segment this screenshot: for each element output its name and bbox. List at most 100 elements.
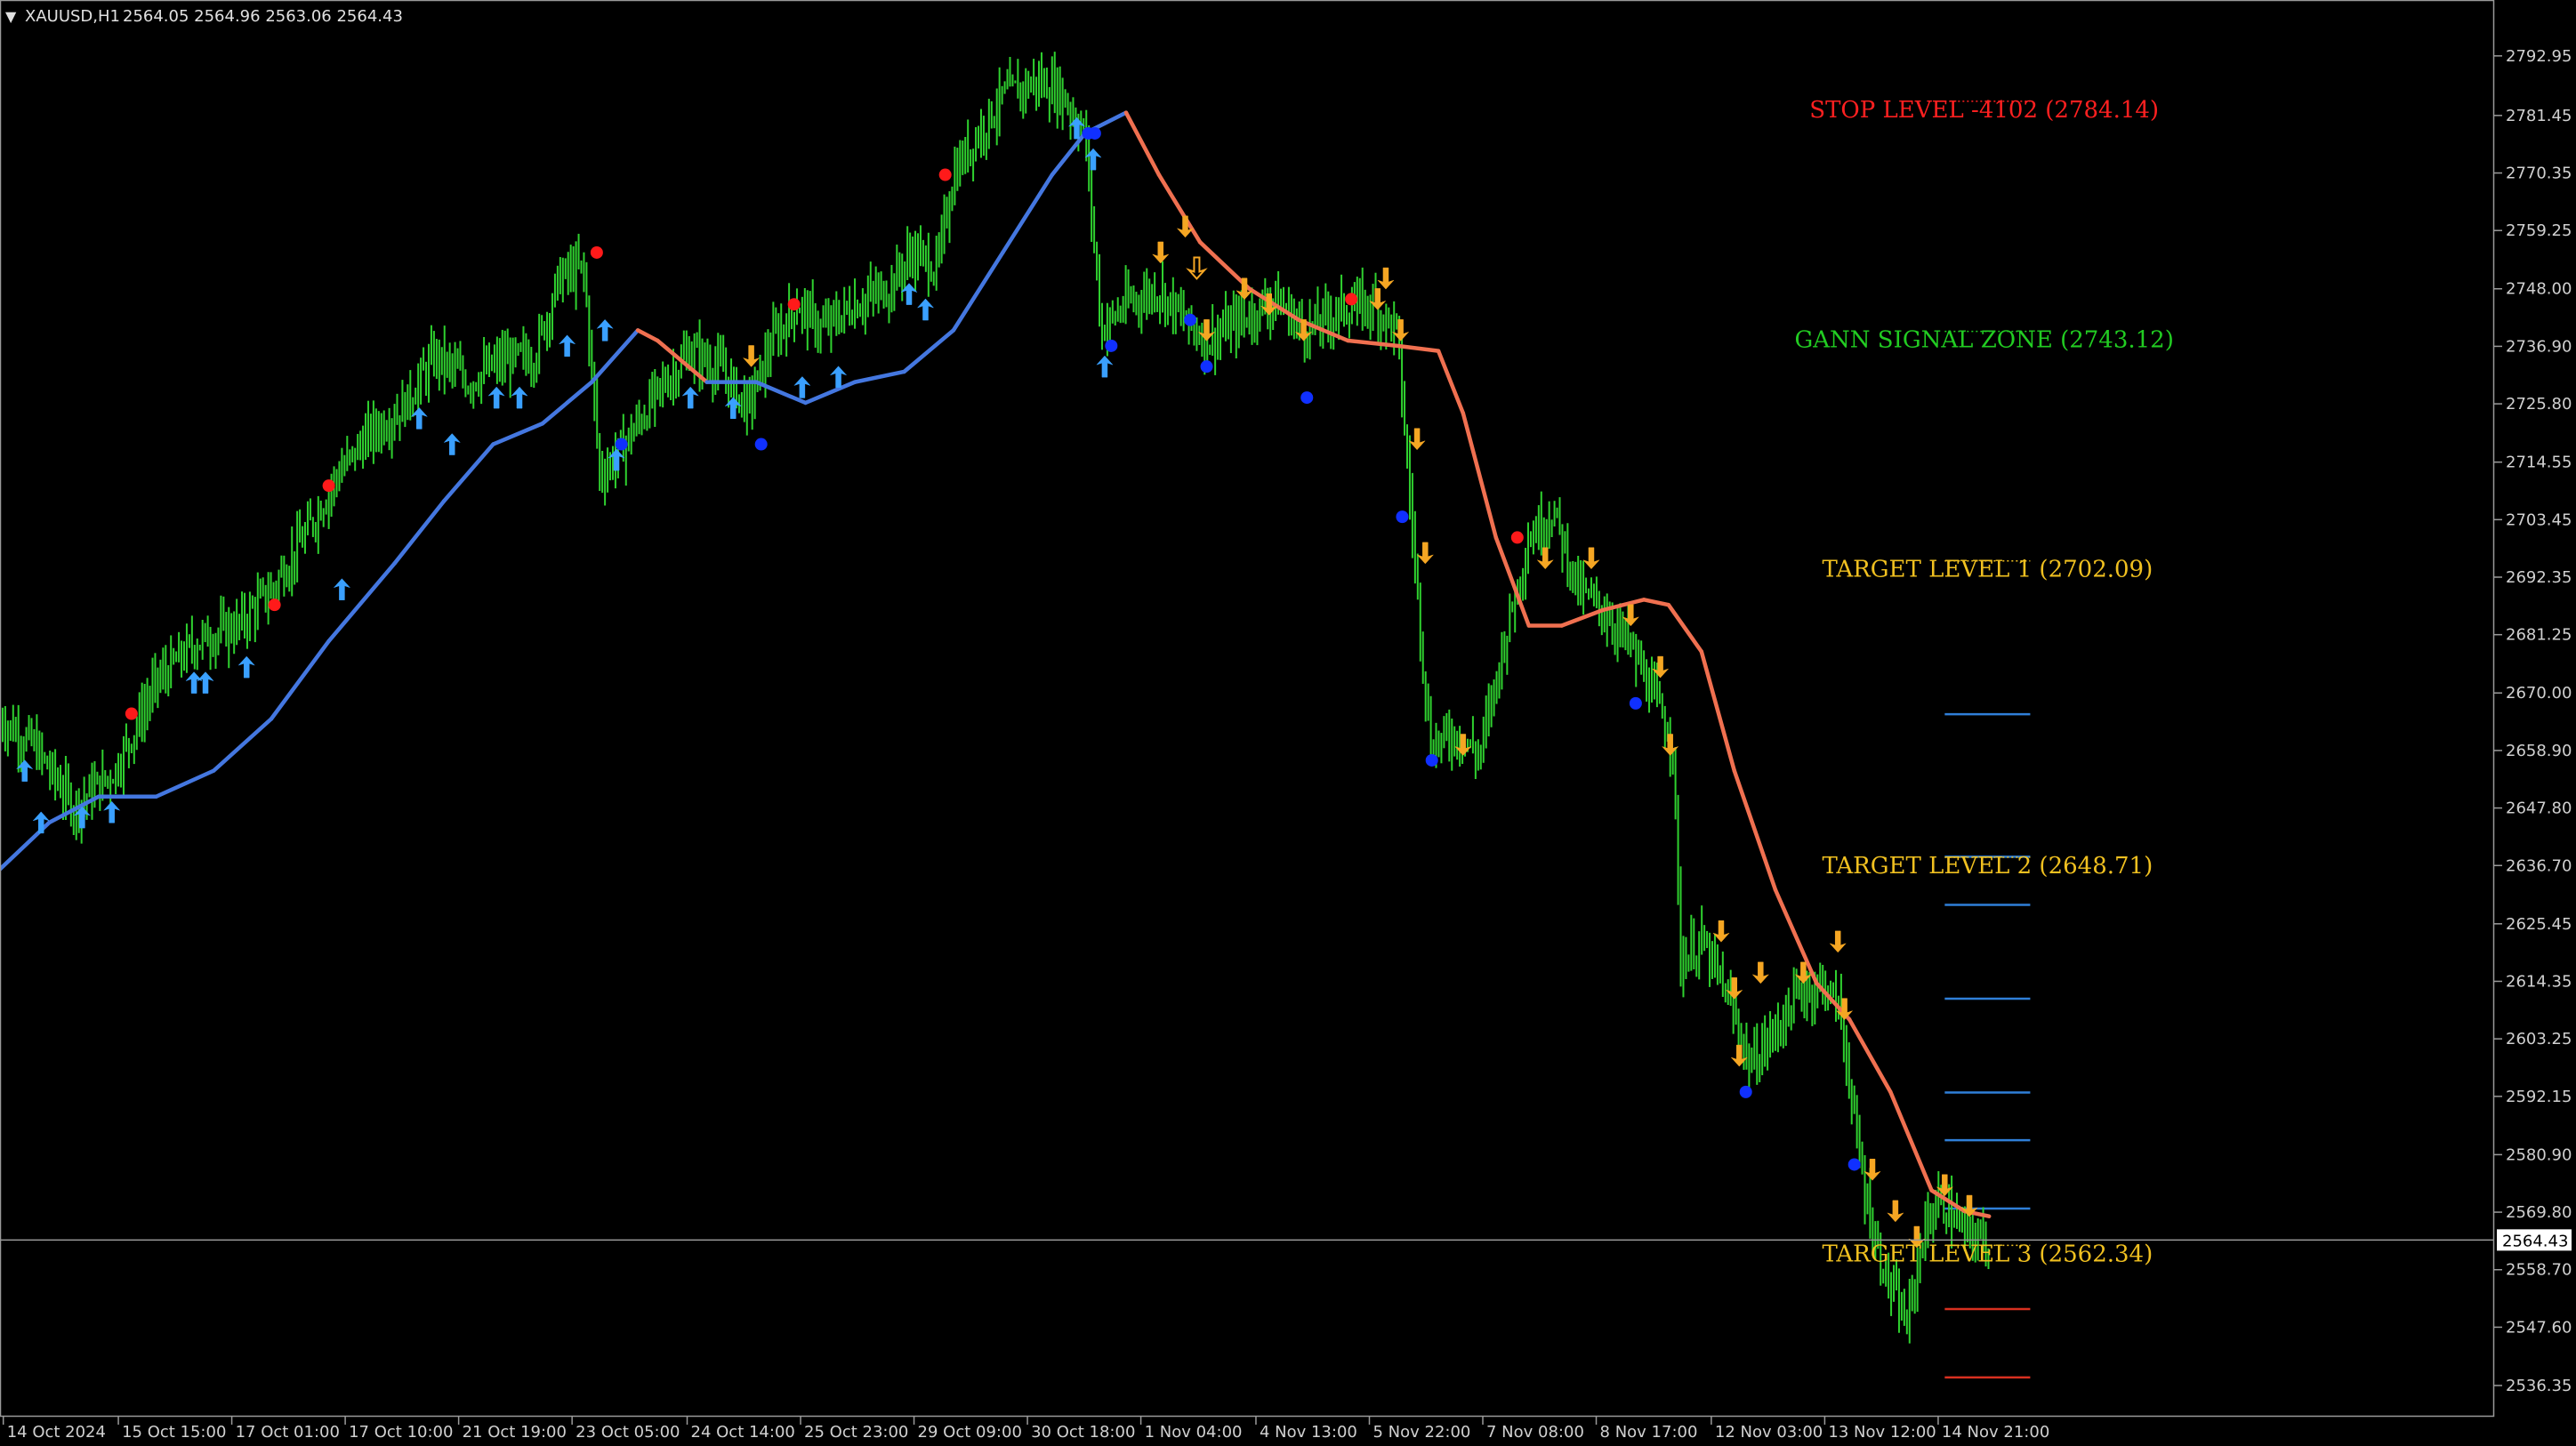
y-tick-label: 2681.25 (2506, 626, 2572, 645)
down-arrow-icon (1368, 288, 1387, 310)
x-tick-label: 29 Oct 09:00 (918, 1423, 1022, 1442)
up-arrow-icon (102, 800, 121, 823)
y-tick-label: 2692.35 (2506, 568, 2572, 587)
x-tick-label: 17 Oct 10:00 (349, 1423, 453, 1442)
ma-segment (1123, 110, 1162, 177)
blue-dot-signal (1847, 1158, 1861, 1171)
up-arrow-icon (558, 334, 576, 357)
x-tick-label: 13 Nov 12:00 (1828, 1423, 1936, 1442)
ma-segment (1847, 1017, 1893, 1095)
up-arrow-icon (185, 671, 203, 694)
x-tick-label: 25 Oct 23:00 (804, 1423, 908, 1442)
up-arrow-icon (511, 386, 528, 409)
down-arrow-icon (742, 345, 761, 367)
x-tick-label: 4 Nov 13:00 (1260, 1423, 1357, 1442)
level-label: TARGET LEVEL 3 (2562.34) (1822, 1241, 2153, 1267)
level-label: TARGET LEVEL 2 (2648.71) (1822, 853, 2153, 880)
hollow-down-arrow-icon (1186, 256, 1208, 280)
blue-dot-signal (1088, 126, 1101, 140)
ma-segment (753, 380, 808, 406)
up-arrow-icon (197, 671, 214, 694)
ma-segment (1559, 607, 1606, 628)
x-tick-label: 14 Nov 21:00 (1942, 1423, 2049, 1442)
down-arrow-icon (1391, 319, 1410, 341)
y-tick-label: 2614.35 (2506, 972, 2572, 991)
y-tick-label: 2714.55 (2506, 454, 2572, 472)
up-arrow-icon (1096, 355, 1114, 378)
y-tick-label: 2580.90 (2506, 1145, 2572, 1164)
x-tick-label: 15 Oct 15:00 (122, 1423, 226, 1442)
blue-dot-signal (1184, 313, 1197, 326)
up-arrow-icon (1084, 148, 1102, 171)
ma-segment (1888, 1089, 1934, 1193)
ma-segment (852, 369, 906, 384)
chart-header: ▼ XAUUSD,H1 2564.05 2564.96 2563.06 2564… (5, 7, 403, 26)
ma-segment (1699, 649, 1737, 773)
up-arrow-icon (333, 578, 351, 600)
ma-segment (590, 328, 640, 384)
red-dot-signal (1510, 531, 1524, 544)
price-chart[interactable]: STOP LEVEL -4102 (2784.14) GANN SIGNAL ZO… (0, 0, 2576, 1446)
signal-markers-group (15, 116, 1978, 1249)
current-price-label: 2564.43 (2502, 1232, 2568, 1250)
down-arrow-icon (1730, 1044, 1749, 1067)
x-tick-label: 12 Nov 03:00 (1715, 1423, 1823, 1442)
candles-group (0, 52, 1990, 1344)
x-tick-label: 1 Nov 04:00 (1145, 1423, 1243, 1442)
y-tick-label: 2781.45 (2506, 107, 2572, 125)
blue-dot-signal (1300, 391, 1314, 405)
up-arrow-icon (793, 376, 811, 398)
ma-segment (540, 380, 594, 426)
red-dot-signal (938, 168, 952, 181)
y-tick-label: 2603.25 (2506, 1030, 2572, 1048)
menu-triangle-icon[interactable]: ▼ (5, 8, 17, 25)
up-arrow-icon (681, 386, 700, 409)
down-arrow-icon (1864, 1159, 1881, 1181)
y-tick-label: 2569.80 (2506, 1203, 2572, 1222)
up-arrow-icon (237, 655, 256, 679)
ma-segment (635, 328, 660, 343)
blue-dot-signal (1105, 339, 1118, 352)
ma-segment (1641, 598, 1671, 607)
x-tick-label: 7 Nov 08:00 (1486, 1423, 1584, 1442)
red-dot-signal (590, 245, 603, 259)
blue-dot-signal (1396, 510, 1409, 524)
up-arrow-icon (596, 318, 614, 341)
ma-segment (1436, 349, 1466, 415)
ma-segment (1395, 343, 1441, 353)
blue-dot-signal (1629, 696, 1642, 710)
down-arrow-icon (1408, 428, 1426, 451)
x-tick-label: 8 Nov 17:00 (1600, 1423, 1698, 1442)
level-label: TARGET LEVEL 1 (2702.09) (1822, 557, 2153, 583)
down-arrow-icon (1582, 547, 1600, 570)
x-tick-label: 23 Oct 05:00 (576, 1423, 680, 1442)
ma-segment (392, 499, 447, 566)
ma-segment (326, 561, 397, 644)
ma-segment (1346, 338, 1400, 349)
down-arrow-icon (1151, 241, 1170, 264)
ma-segment (491, 421, 545, 446)
x-tick-label: 21 Oct 19:00 (463, 1423, 567, 1442)
x-tick-label: 24 Oct 14:00 (691, 1423, 795, 1442)
red-dot-signal (322, 479, 335, 493)
moving-average-group (0, 110, 1992, 1218)
x-tick-label: 17 Oct 01:00 (236, 1423, 340, 1442)
y-tick-label: 2547.60 (2506, 1318, 2572, 1337)
y-tick-label: 2670.00 (2506, 684, 2572, 703)
down-arrow-icon (1887, 1200, 1904, 1223)
blue-dot-signal (1739, 1085, 1752, 1098)
up-arrow-icon (487, 386, 505, 409)
up-arrow-icon (916, 298, 935, 321)
target-lines-group (1944, 712, 2031, 1379)
y-tick-label: 2748.00 (2506, 280, 2572, 299)
ma-segment (902, 328, 956, 374)
x-tick-label: 5 Nov 22:00 (1373, 1423, 1470, 1442)
down-arrow-icon (1829, 930, 1847, 953)
red-dot-signal (268, 598, 281, 612)
y-tick-label: 2725.80 (2506, 395, 2572, 414)
plot-frame (0, 0, 2495, 1418)
blue-dot-signal (754, 438, 768, 451)
y-tick-label: 2592.15 (2506, 1088, 2572, 1106)
blue-dot-signal (1200, 360, 1213, 374)
red-dot-signal (1345, 293, 1358, 306)
